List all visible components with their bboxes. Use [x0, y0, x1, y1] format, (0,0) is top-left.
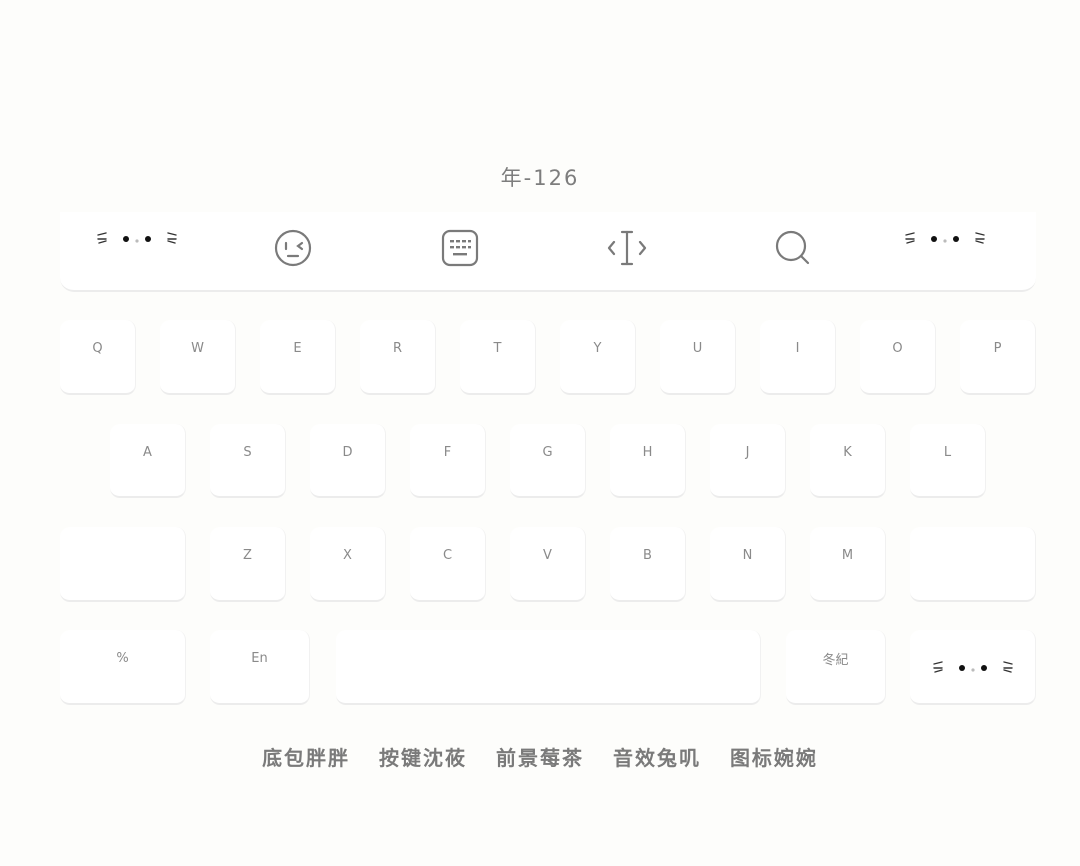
- language-key[interactable]: En: [210, 630, 310, 705]
- key-d[interactable]: D: [310, 424, 386, 498]
- key-u[interactable]: U: [660, 320, 736, 395]
- key-f[interactable]: F: [410, 424, 486, 498]
- key-g[interactable]: G: [510, 424, 586, 498]
- backspace-key[interactable]: [910, 527, 1036, 602]
- key-p[interactable]: P: [960, 320, 1036, 395]
- key-w[interactable]: W: [160, 320, 236, 395]
- key-n[interactable]: N: [710, 527, 786, 602]
- credit-item: 按键沈莜: [379, 746, 468, 770]
- key-r[interactable]: R: [360, 320, 436, 395]
- symbol-key[interactable]: %: [60, 630, 186, 705]
- shift-key[interactable]: [60, 527, 186, 602]
- key-o[interactable]: O: [860, 320, 936, 395]
- cat-face-icon[interactable]: [902, 226, 988, 250]
- search-icon[interactable]: [763, 226, 823, 270]
- key-v[interactable]: V: [510, 527, 586, 602]
- key-t[interactable]: T: [460, 320, 536, 395]
- credit-item: 底包胖胖: [262, 746, 351, 770]
- key-q[interactable]: Q: [60, 320, 136, 395]
- key-c[interactable]: C: [410, 527, 486, 602]
- page-title: 年-126: [500, 166, 580, 190]
- key-s[interactable]: S: [210, 424, 286, 498]
- enter-key[interactable]: [910, 630, 1036, 705]
- key-a[interactable]: A: [110, 424, 186, 498]
- space-key[interactable]: [336, 630, 761, 705]
- cat-face-icon: [930, 647, 1016, 673]
- key-k[interactable]: K: [810, 424, 886, 498]
- key-x[interactable]: X: [310, 527, 386, 602]
- credit-item: 音效兔叽: [612, 746, 701, 770]
- keyboard-icon[interactable]: [430, 226, 490, 270]
- key-l[interactable]: L: [910, 424, 986, 498]
- credit-item: 图标婉婉: [729, 746, 818, 770]
- key-j[interactable]: J: [710, 424, 786, 498]
- credits-line: 底包胖胖 按键沈莜 前景莓茶 音效兔叽 图标婉婉: [0, 742, 1080, 771]
- cat-face-icon[interactable]: [94, 226, 180, 250]
- key-y[interactable]: Y: [560, 320, 636, 395]
- cursor-icon[interactable]: [597, 226, 657, 270]
- key-e[interactable]: E: [260, 320, 336, 395]
- key-i[interactable]: I: [760, 320, 836, 395]
- emoji-face-icon[interactable]: [263, 226, 323, 270]
- key-h[interactable]: H: [610, 424, 686, 498]
- key-b[interactable]: B: [610, 527, 686, 602]
- keyboard-toolbar: [60, 212, 1036, 292]
- key-m[interactable]: M: [810, 527, 886, 602]
- credit-item: 前景莓茶: [496, 746, 584, 770]
- author-key[interactable]: 冬紀: [786, 630, 886, 705]
- key-z[interactable]: Z: [210, 527, 286, 602]
